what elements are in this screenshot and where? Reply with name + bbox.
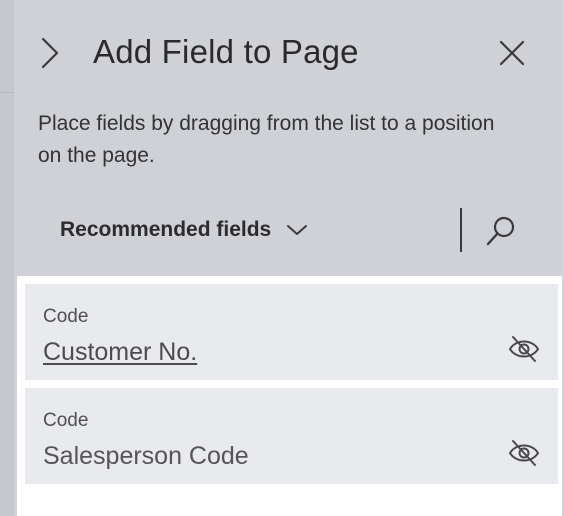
field-card[interactable]: Code Customer No. xyxy=(25,284,558,380)
filter-bar: Recommended fields xyxy=(14,200,562,260)
chevron-right-icon[interactable] xyxy=(36,36,64,70)
filter-label: Recommended fields xyxy=(60,218,272,241)
chevron-down-icon xyxy=(287,225,308,235)
pane-title: Add Field to Page xyxy=(93,33,359,70)
add-field-pane: Add Field to Page Place fields by draggi… xyxy=(14,0,562,516)
eye-hidden-icon[interactable] xyxy=(507,438,541,468)
eye-hidden-icon[interactable] xyxy=(507,334,541,364)
filter-divider xyxy=(460,208,462,252)
pane-header: Add Field to Page xyxy=(14,0,562,100)
app-frame: Add Field to Page Place fields by draggi… xyxy=(0,0,564,516)
field-name[interactable]: Salesperson Code xyxy=(43,442,249,471)
close-icon[interactable] xyxy=(498,39,526,67)
field-caption: Code xyxy=(43,410,89,431)
page-edge-divider xyxy=(0,92,14,93)
field-list: Code Customer No. Code Salesperson Code xyxy=(17,276,562,516)
field-caption: Code xyxy=(43,306,89,327)
field-name[interactable]: Customer No. xyxy=(43,338,197,367)
page-background-edge xyxy=(0,0,14,516)
search-icon[interactable] xyxy=(484,214,518,248)
recommended-fields-dropdown[interactable]: Recommended fields xyxy=(60,212,309,248)
pane-description: Place fields by dragging from the list t… xyxy=(38,112,495,167)
field-card[interactable]: Code Salesperson Code xyxy=(25,388,558,484)
